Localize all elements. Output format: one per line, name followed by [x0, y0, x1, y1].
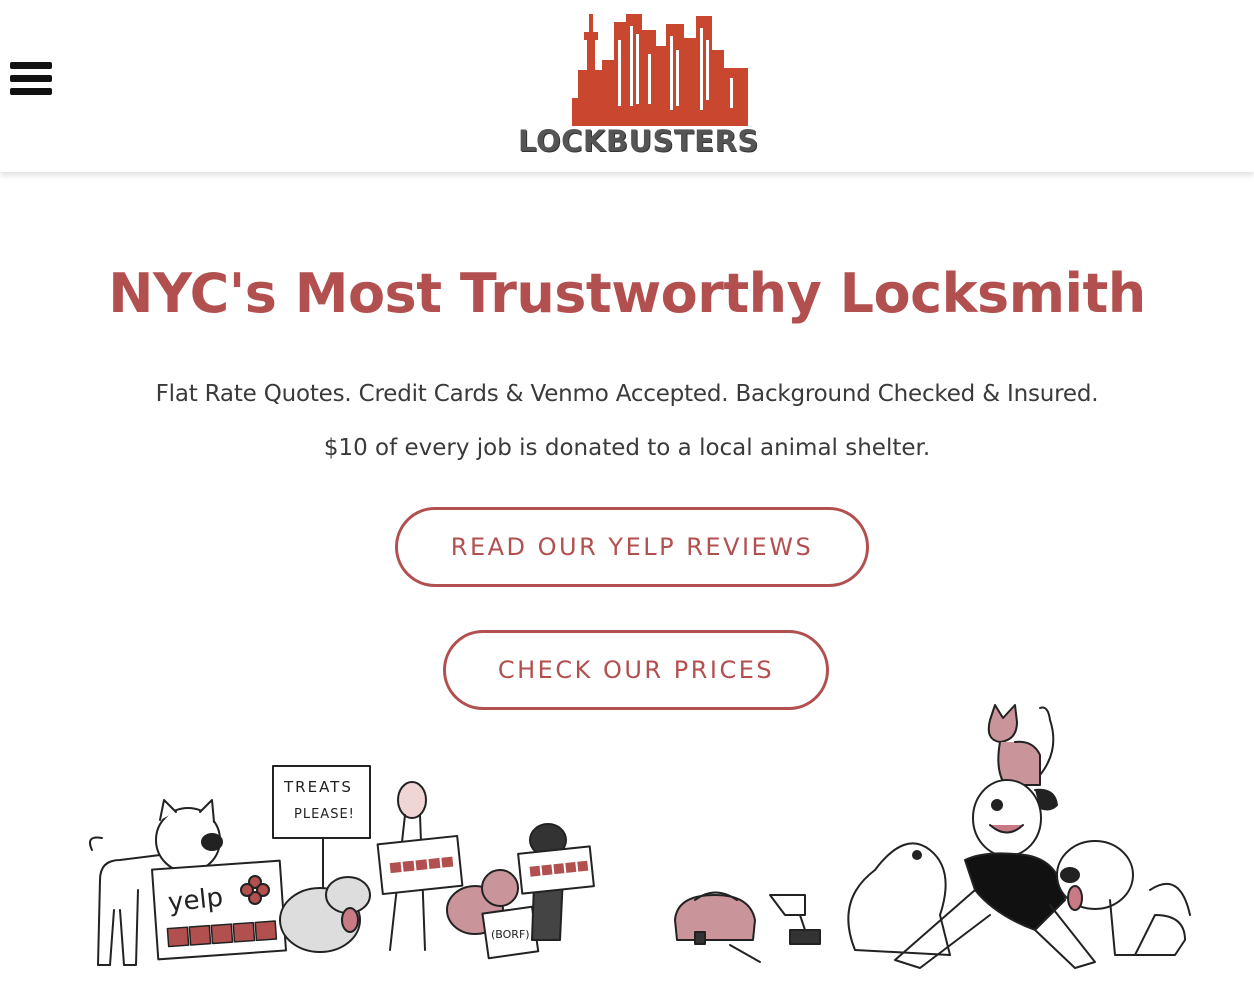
dogs-with-review-signs-illustration: yelp TREATS PLEASE! (BORF) [89, 765, 595, 966]
treats-sign-line1: TREATS [283, 778, 353, 796]
read-yelp-reviews-button[interactable]: READ OUR YELP REVIEWS [395, 507, 869, 587]
check-prices-button[interactable]: CHECK OUR PRICES [443, 630, 829, 710]
tagline-services: Flat Rate Quotes. Credit Cards & Venmo A… [155, 381, 1099, 407]
tagline-donation: $10 of every job is donated to a local a… [323, 435, 931, 461]
page-title: NYC's Most Trustworthy Locksmith [108, 262, 1146, 325]
lockbusters-logo[interactable]: LOCKBUSTERS [518, 10, 759, 160]
treats-sign-line2: PLEASE! [294, 807, 355, 822]
borf-sign-text: (BORF) [491, 928, 530, 941]
site-header: LOCKBUSTERS [0, 0, 1254, 172]
city-skyline-icon [572, 14, 748, 126]
logo-wordmark: LOCKBUSTERS [518, 124, 759, 158]
yelp-sign-text: yelp [167, 883, 225, 919]
hamburger-menu-icon[interactable] [10, 62, 52, 100]
locksmith-with-animals-illustration [674, 704, 1191, 969]
